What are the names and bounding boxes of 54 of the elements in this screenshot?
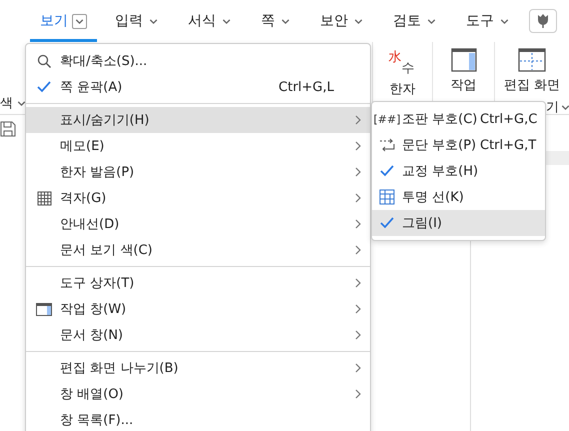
menu-item[interactable]: 그림(I) bbox=[372, 210, 545, 236]
check-icon bbox=[36, 80, 52, 94]
menu-tab[interactable]: 입력 bbox=[105, 0, 170, 42]
split-view-icon bbox=[518, 48, 546, 72]
menu-item[interactable]: 편집 화면 나누기(B) bbox=[26, 355, 370, 381]
menu-tab[interactable]: 보안 bbox=[310, 0, 375, 42]
menu-item[interactable]: 문단 부호(P) Ctrl+G,T bbox=[372, 132, 545, 158]
menu-item[interactable]: 교정 부호(H) bbox=[372, 158, 545, 184]
menu-tab[interactable]: 도구 bbox=[456, 0, 521, 42]
menu-item[interactable]: 쪽 윤곽(A) Ctrl+G,L bbox=[26, 74, 370, 100]
markup-icon: [##] bbox=[373, 112, 401, 126]
chevron-right-icon bbox=[354, 278, 362, 288]
chevron-right-icon bbox=[354, 363, 362, 373]
pane-icon bbox=[450, 48, 476, 72]
chevron-right-icon bbox=[354, 389, 362, 399]
chevron-right-icon bbox=[354, 304, 362, 314]
check-icon bbox=[379, 164, 395, 178]
save-icon[interactable] bbox=[0, 121, 16, 137]
hanja-glyph: 水 bbox=[388, 49, 402, 66]
menu-item[interactable]: 메모(E) bbox=[26, 133, 370, 159]
menu-item[interactable]: 창 배열(O) bbox=[26, 381, 370, 407]
chevron-right-icon bbox=[354, 141, 362, 151]
menu-tab[interactable]: 서식 bbox=[178, 0, 243, 42]
skin-button[interactable] bbox=[529, 9, 557, 33]
menu-item[interactable]: 확대/축소(S)... bbox=[26, 48, 370, 74]
menu-tab[interactable]: 쪽 bbox=[251, 0, 302, 42]
chevron-right-icon bbox=[354, 193, 362, 203]
chevron-right-icon bbox=[354, 245, 362, 255]
check-icon bbox=[379, 216, 395, 230]
menu-item[interactable]: 문서 보기 색(C) bbox=[26, 237, 370, 263]
search-icon bbox=[36, 54, 52, 68]
menu-item[interactable]: 표시/숨기기(H) bbox=[26, 107, 370, 133]
ribbon-label: 기 bbox=[546, 99, 559, 116]
menu-item[interactable]: 도구 상자(T) bbox=[26, 270, 370, 296]
chevron-right-icon bbox=[354, 115, 362, 125]
chevron-right-icon bbox=[354, 330, 362, 340]
pane-icon bbox=[36, 302, 52, 316]
hangul-glyph: 수 bbox=[402, 60, 414, 77]
menu-item[interactable]: 한자 발음(P) bbox=[26, 159, 370, 185]
menu-item[interactable]: 문서 창(N) bbox=[26, 322, 370, 348]
menu-item[interactable]: 격자(G) bbox=[26, 185, 370, 211]
menu-tab[interactable]: 보기 bbox=[30, 0, 97, 42]
paragraph-mark-icon bbox=[379, 138, 395, 152]
menu-item[interactable]: 안내선(D) bbox=[26, 211, 370, 237]
tulip-icon bbox=[537, 14, 549, 28]
chevron-right-icon bbox=[354, 219, 362, 229]
grid-icon bbox=[36, 190, 52, 206]
menu-item[interactable]: 창 목록(F)... bbox=[26, 407, 370, 431]
menu-item[interactable]: 투명 선(K) bbox=[372, 184, 545, 210]
menu-tab[interactable]: 검토 bbox=[383, 0, 448, 42]
table-icon bbox=[379, 189, 395, 205]
menu-item[interactable]: 작업 창(W) bbox=[26, 296, 370, 322]
chevron-icon bbox=[72, 14, 87, 28]
chevron-right-icon bbox=[354, 167, 362, 177]
